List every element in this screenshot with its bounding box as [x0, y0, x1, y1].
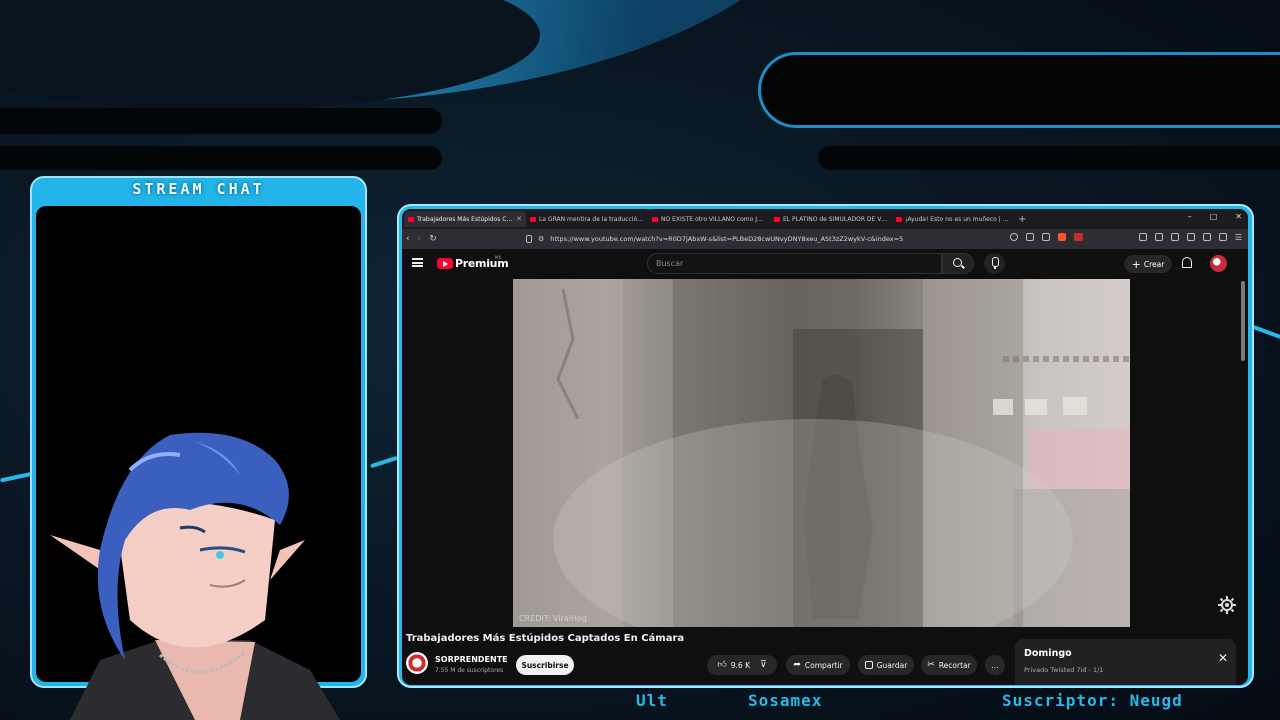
- minimize-button[interactable]: –: [1188, 212, 1192, 221]
- region-label: MX: [495, 255, 502, 260]
- youtube-favicon-icon: [896, 216, 902, 222]
- address-bar: ‹ › ↻ ⚙ https://www.youtube.com/watch?v=…: [402, 229, 1248, 249]
- playlist-panel: Domingo Privado Twisted 7id - 1/1 ✕: [1015, 639, 1236, 685]
- search-icon: [953, 258, 962, 267]
- share-label: Compartir: [804, 660, 843, 670]
- forward-icon[interactable]: ›: [418, 234, 422, 244]
- account-avatar[interactable]: [1210, 255, 1227, 272]
- save-label: Guardar: [876, 660, 908, 670]
- channel-avatar[interactable]: [406, 652, 428, 674]
- vpn-icon[interactable]: [1202, 233, 1211, 241]
- close-window-button[interactable]: ✕: [1235, 212, 1242, 221]
- scissors-icon: ✂: [927, 660, 935, 670]
- clip-button[interactable]: ✂ Recortar: [921, 655, 977, 675]
- share-icon[interactable]: [1041, 233, 1050, 241]
- autoplay-settings-icon[interactable]: [1217, 595, 1237, 615]
- save-button[interactable]: Guardar: [858, 655, 914, 675]
- tab-title: NO EXISTE otro VILLANO como JOHN: [661, 215, 766, 223]
- youtube-header: Premium MX Buscar + Crear: [402, 249, 1248, 279]
- zoom-icon[interactable]: [1009, 233, 1018, 241]
- accent-streak-left: [0, 471, 35, 483]
- playlist-close-icon[interactable]: ✕: [1218, 651, 1228, 665]
- top-right-banner: [758, 52, 1280, 128]
- search-input[interactable]: Buscar: [647, 253, 942, 274]
- clip-label: Recortar: [938, 660, 971, 670]
- more-actions-button[interactable]: …: [985, 655, 1005, 675]
- vtuber-avatar: [50, 432, 340, 720]
- create-button[interactable]: + Crear: [1124, 255, 1172, 273]
- playlist-meta: Privado Twisted 7id - 1/1: [1024, 666, 1104, 674]
- top-left-bar-2: [0, 146, 442, 170]
- bookmark-save-icon: [864, 661, 873, 669]
- youtube-favicon-icon: [530, 216, 536, 222]
- background-wave-dark: [0, 0, 540, 110]
- hamburger-menu-icon[interactable]: [412, 258, 423, 267]
- tab-0[interactable]: Trabajadores Más Estúpidos Captados En C…: [404, 211, 526, 227]
- accent-streak-right: [1252, 324, 1280, 340]
- overlay-text-left: Ult: [636, 691, 668, 710]
- back-icon[interactable]: ‹: [406, 234, 410, 244]
- like-dislike-button[interactable]: 👍︎ 9.6 K ⊽: [707, 655, 777, 675]
- new-tab-button[interactable]: +: [1018, 214, 1026, 225]
- share-arrow-icon: ➦: [793, 660, 801, 670]
- tab-bar: Trabajadores Más Estúpidos Captados En C…: [402, 209, 1248, 229]
- url-text[interactable]: https://www.youtube.com/watch?v=R0D7jAbx…: [550, 235, 903, 243]
- youtube-logo-icon[interactable]: [437, 258, 453, 269]
- tab-title: Trabajadores Más Estúpidos Captados En C…: [417, 215, 513, 223]
- browser-window: Trabajadores Más Estúpidos Captados En C…: [402, 209, 1248, 685]
- youtube-favicon-icon: [408, 216, 414, 222]
- video-frame: [513, 279, 1130, 627]
- youtube-favicon-icon: [774, 216, 780, 222]
- thumbs-down-icon[interactable]: ⊽: [760, 660, 767, 670]
- share-button[interactable]: ➦ Compartir: [786, 655, 850, 675]
- video-credit: CREDIT: ViralHog: [519, 614, 587, 623]
- shield-icon[interactable]: [1218, 233, 1227, 241]
- like-count: 9.6 K: [730, 660, 751, 670]
- create-label: Crear: [1143, 259, 1165, 269]
- top-left-bar-1: [0, 108, 442, 134]
- tab-2[interactable]: NO EXISTE otro VILLANO como JOHN: [648, 211, 770, 227]
- brave-rewards-icon[interactable]: [1073, 233, 1083, 241]
- media-icon[interactable]: [1154, 233, 1163, 241]
- menu-icon[interactable]: ☰: [1235, 233, 1242, 242]
- tab-title: EL PLATINO de SIMULADOR DE VACAS: [783, 215, 888, 223]
- site-settings-icon[interactable]: ⚙: [538, 235, 544, 243]
- maximize-button[interactable]: □: [1210, 212, 1218, 221]
- chat-title: STREAM CHAT: [132, 180, 265, 198]
- thumbs-up-icon[interactable]: 👍︎: [717, 660, 726, 670]
- subscribe-button[interactable]: Suscribirse: [516, 655, 574, 675]
- stream-overlay: STREAM CHAT Trabajadores Más Estúpidos C…: [0, 0, 1280, 720]
- search-button[interactable]: [942, 253, 974, 274]
- extensions-icon[interactable]: [1138, 233, 1147, 241]
- channel-name[interactable]: SORPRENDENTE: [435, 655, 508, 664]
- omnibox[interactable]: ⚙ https://www.youtube.com/watch?v=R0D7jA…: [524, 231, 1069, 247]
- sidebar-icon[interactable]: [1170, 233, 1179, 241]
- tab-4[interactable]: ¡Ayuda! Esto no es un muñeco | El entren…: [892, 211, 1014, 227]
- bookmark-icon[interactable]: [526, 235, 532, 243]
- brave-shield-icon[interactable]: [1057, 233, 1066, 241]
- tab-title: ¡Ayuda! Esto no es un muñeco | El entren…: [905, 215, 1010, 223]
- tab-title: La GRAN mentira de la traducción en espa…: [539, 215, 644, 223]
- overlay-text-right: Suscriptor: Neugd: [1002, 691, 1183, 710]
- video-title: Trabajadores Más Estúpidos Captados En C…: [406, 633, 685, 644]
- cast-icon[interactable]: [1025, 233, 1034, 241]
- wallet-icon[interactable]: [1186, 233, 1195, 241]
- accent-streak-mid: [370, 455, 398, 469]
- video-player[interactable]: CREDIT: ViralHog: [513, 279, 1130, 627]
- extension-icons: ☰: [1009, 233, 1242, 242]
- youtube-favicon-icon: [652, 216, 658, 222]
- plus-icon: +: [1131, 257, 1141, 271]
- reload-icon[interactable]: ↻: [429, 234, 437, 244]
- tab-3[interactable]: EL PLATINO de SIMULADOR DE VACAS: [770, 211, 892, 227]
- notifications-icon[interactable]: [1182, 257, 1192, 268]
- close-tab-icon[interactable]: ✕: [516, 215, 522, 223]
- top-right-bar: [818, 146, 1280, 170]
- playlist-title[interactable]: Domingo: [1024, 648, 1072, 659]
- page-scrollbar[interactable]: [1241, 281, 1245, 361]
- subscriber-count: 7.55 M de suscriptores: [435, 667, 504, 674]
- window-controls: – □ ✕: [1188, 212, 1242, 221]
- voice-search-icon[interactable]: [984, 253, 1005, 274]
- overlay-text-center: Sosamex: [748, 691, 823, 710]
- tab-1[interactable]: La GRAN mentira de la traducción en espa…: [526, 211, 648, 227]
